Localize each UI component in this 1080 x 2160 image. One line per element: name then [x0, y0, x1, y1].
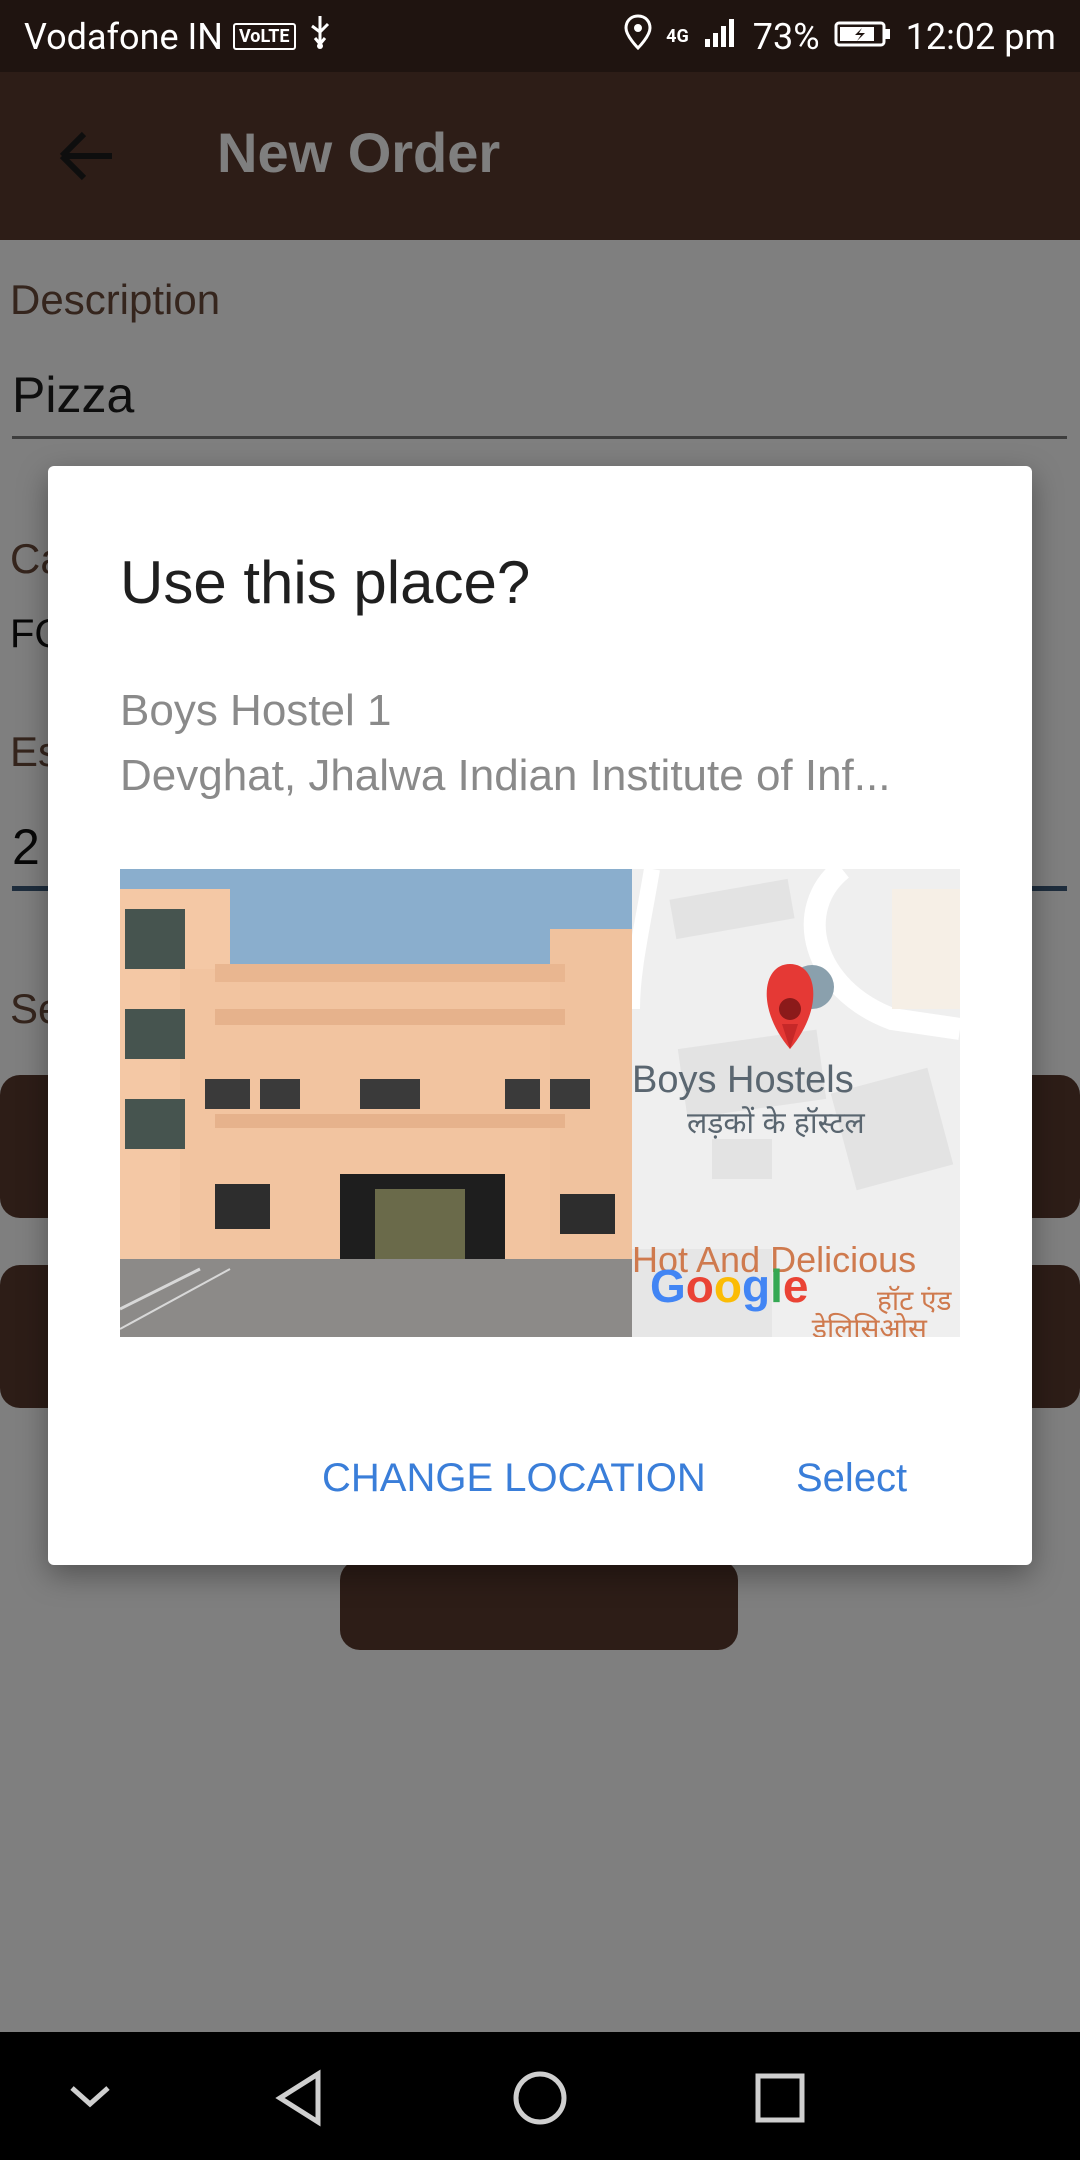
chevron-down-icon[interactable]: [58, 2066, 122, 2130]
status-left: Vodafone IN VoLTE: [24, 14, 334, 59]
map-label-en: Boys Hostels: [632, 1059, 854, 1101]
volte-badge: VoLTE: [232, 23, 296, 50]
status-right: 4G 73% 12:02 pm: [624, 14, 1056, 59]
home-circle-icon[interactable]: [508, 2066, 572, 2130]
google-logo: Google: [650, 1260, 809, 1312]
map-nearby-label-hi-2: डेलिसिओस: [812, 1313, 927, 1337]
battery-icon: [834, 16, 892, 58]
navigation-bar: [0, 2032, 1080, 2160]
location-icon: [624, 14, 652, 59]
dialog-title: Use this place?: [120, 549, 531, 616]
recents-square-icon[interactable]: [748, 2066, 812, 2130]
place-photo: [120, 869, 632, 1337]
signal-type: 4G: [666, 26, 689, 47]
place-picker-dialog: Use this place? Boys Hostel 1 Devghat, J…: [48, 466, 1032, 1565]
usb-icon: [306, 14, 334, 59]
map-label-hi: लड़कों के हॉस्टल: [687, 1107, 865, 1140]
clock: 12:02 pm: [905, 15, 1056, 58]
change-location-button[interactable]: CHANGE LOCATION: [322, 1456, 706, 1501]
signal-icon: [703, 15, 739, 58]
place-name: Boys Hostel 1: [120, 686, 392, 735]
place-address: Devghat, Jhalwa Indian Institute of Inf.…: [120, 751, 891, 800]
status-bar: Vodafone IN VoLTE 4G 73% 12:02 pm: [0, 0, 1080, 72]
carrier-name: Vodafone IN: [24, 15, 223, 58]
select-button[interactable]: Select: [796, 1456, 907, 1501]
back-triangle-icon[interactable]: [268, 2066, 332, 2130]
battery-percent: 73%: [752, 15, 820, 58]
place-map: Boys Hostels लड़कों के हॉस्टल Hot And De…: [632, 869, 960, 1337]
